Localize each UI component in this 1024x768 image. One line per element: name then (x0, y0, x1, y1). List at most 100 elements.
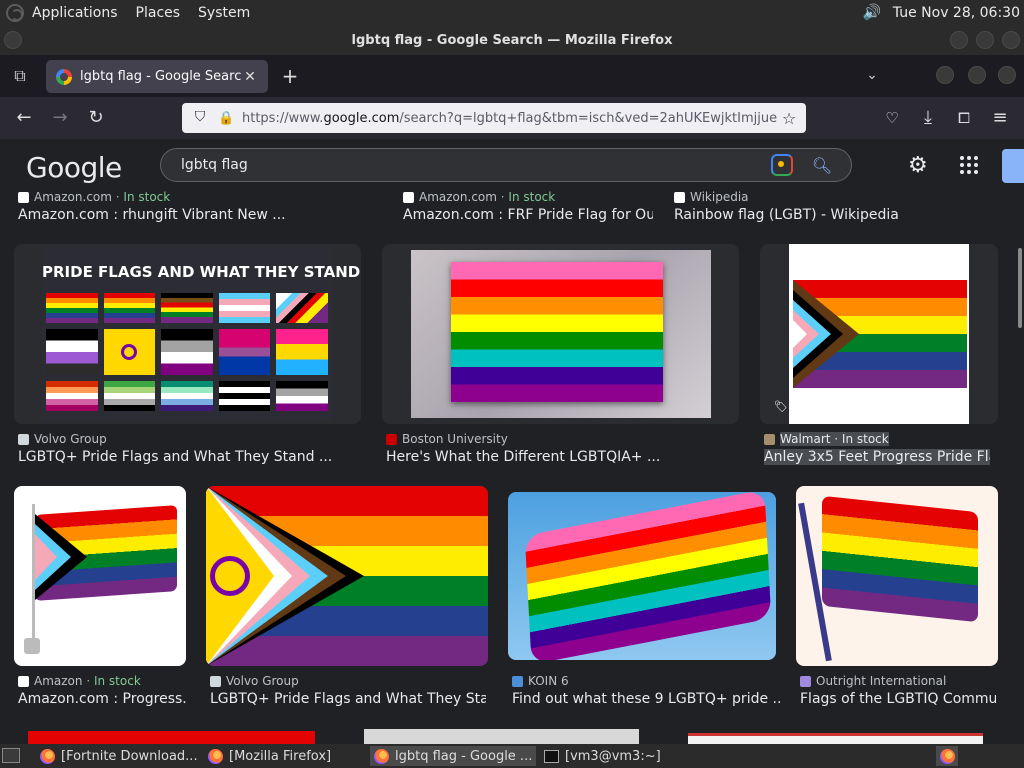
result-thumb-6[interactable]: 🏷 (760, 244, 998, 424)
search-query[interactable]: lgbtq flag (181, 157, 771, 173)
amazon-favicon-icon (403, 191, 414, 203)
window-title: lgbtq flag - Google Search — Mozilla Fir… (351, 32, 673, 48)
google-lens-icon[interactable] (771, 154, 793, 176)
result-source-3[interactable]: Wikipedia (674, 191, 749, 204)
tracking-shield-icon[interactable]: ⛉ (192, 109, 208, 127)
list-all-tabs-chevron-icon[interactable]: ⌄ (862, 67, 882, 87)
url-text[interactable]: https://www.google.com/search?q=lgbtq+fl… (242, 111, 778, 126)
tab-google-search[interactable]: lgbtq flag - Google Search ✕ (46, 60, 268, 93)
new-tab-plus-icon[interactable]: + (278, 65, 302, 89)
extensions-icon[interactable]: ⧠ (950, 104, 978, 132)
lock-icon[interactable]: 🔒 (218, 111, 234, 126)
task-terminal[interactable]: [vm3@vm3:~] (540, 746, 700, 766)
panel-clock[interactable]: Tue Nov 28, 06:30 (893, 5, 1020, 21)
source-name: Amazon (34, 674, 83, 688)
result-thumb-11[interactable] (28, 731, 315, 744)
result-source-6[interactable]: Walmart · In stock (764, 432, 889, 446)
tab-title: lgbtq flag - Google Search (80, 69, 242, 84)
result-caption-10[interactable]: Flags of the LGBTIQ Commu... (800, 691, 996, 707)
rainbow-flag-photo (411, 250, 711, 418)
result-caption-8[interactable]: LGBTQ+ Pride Flags and What They Stan... (210, 691, 486, 707)
source-name: KOIN 6 (528, 674, 569, 688)
page-scrollbar[interactable] (1018, 248, 1022, 328)
volume-icon[interactable]: 🔊 (861, 3, 883, 23)
result-thumb-13[interactable] (688, 733, 983, 744)
show-desktop-icon[interactable] (2, 748, 20, 763)
top-panel: Applications Places System 🔊 Tue Nov 28,… (0, 0, 1024, 25)
result-caption-9[interactable]: Find out what these 9 LGBTQ+ pride ... (512, 691, 782, 707)
back-arrow-icon[interactable]: ← (10, 104, 38, 132)
result-caption-4[interactable]: LGBTQ+ Pride Flags and What They Stand .… (18, 449, 358, 465)
close-window-button[interactable] (1002, 31, 1020, 49)
source-name: Boston University (402, 432, 508, 446)
url-path: /search?q=lgbtq+flag&tbm=isch&ved=2ahUKE… (399, 110, 778, 126)
result-caption-1[interactable]: Amazon.com : rhungift Vibrant New ... (18, 207, 348, 223)
result-source-1[interactable]: Amazon.com · In stock (18, 191, 170, 204)
maximize-button[interactable] (976, 31, 994, 49)
koin-favicon-icon (512, 675, 523, 687)
tabstrip-dot-3 (998, 66, 1016, 84)
window-menu-button[interactable] (4, 31, 22, 49)
result-caption-5[interactable]: Here's What the Different LGBTQIA+ ... (386, 449, 736, 465)
distro-logo-icon[interactable] (6, 3, 24, 22)
thumb-title: PRIDE FLAGS AND WHAT THEY STAND FOR (42, 263, 361, 281)
result-caption-2[interactable]: Amazon.com : FRF Pride Flag for Ou... (403, 207, 653, 223)
tray-firefox-icon[interactable] (936, 746, 958, 766)
shopping-tag-icon: 🏷 (774, 400, 788, 413)
firefox-icon (208, 748, 223, 764)
result-thumb-4[interactable]: PRIDE FLAGS AND WHAT THEY STAND FOR (14, 244, 361, 424)
result-thumb-5[interactable] (382, 244, 739, 424)
result-source-9[interactable]: KOIN 6 (512, 674, 569, 688)
result-source-4[interactable]: Volvo Group (18, 432, 107, 446)
places-menu[interactable]: Places (136, 5, 181, 21)
forward-arrow-icon[interactable]: → (46, 104, 74, 132)
settings-gear-icon[interactable]: ⚙ (908, 153, 928, 178)
source-name: Amazon.com (34, 191, 112, 204)
progress-pride-flag-image (789, 244, 969, 424)
bookmark-star-icon[interactable]: ☆ (778, 109, 800, 128)
result-caption-7[interactable]: Amazon.com : Progress... (18, 691, 186, 707)
taskbar: [Fortnite Download... [Mozilla Firefox] … (0, 744, 1024, 768)
system-menu[interactable]: System (198, 5, 250, 21)
reload-icon[interactable]: ↻ (82, 104, 110, 132)
result-source-10[interactable]: Outright International (800, 674, 946, 688)
google-apps-grid-icon[interactable] (960, 156, 978, 174)
task-google-search[interactable]: lgbtq flag - Google ... (370, 746, 536, 766)
google-logo[interactable]: Google (26, 151, 122, 184)
shopping-tag-icon (24, 638, 40, 654)
minimize-button[interactable] (950, 31, 968, 49)
task-fortnite[interactable]: [Fortnite Download... (36, 746, 200, 766)
result-caption-6[interactable]: Anley 3x5 Feet Progress Pride Fla... (764, 449, 990, 465)
illustrated-rainbow-flag (822, 495, 978, 623)
google-search-box[interactable]: lgbtq flag 🔍︎ (160, 148, 852, 182)
volvo-favicon-icon (210, 675, 221, 687)
result-thumb-12[interactable] (364, 729, 639, 744)
result-thumb-8[interactable] (206, 486, 488, 666)
result-source-5[interactable]: Boston University (386, 432, 508, 446)
navigation-toolbar: ← → ↻ ⛉ 🔒 https://www.google.com/search?… (0, 97, 1024, 139)
result-caption-3[interactable]: Rainbow flag (LGBT) - Wikipedia (674, 207, 994, 223)
search-icon[interactable]: 🔍︎ (811, 156, 833, 175)
result-source-2[interactable]: Amazon.com · In stock (403, 191, 555, 204)
result-source-8[interactable]: Volvo Group (210, 674, 299, 688)
applications-menu[interactable]: Applications (32, 5, 118, 21)
result-thumb-10[interactable] (796, 486, 998, 666)
google-favicon-icon (56, 68, 72, 85)
downloads-icon[interactable]: ⤓ (914, 104, 942, 132)
pocket-icon[interactable]: ♡ (878, 104, 906, 132)
result-source-7[interactable]: Amazon · In stock (18, 674, 141, 688)
tab-strip: ⧉ lgbtq flag - Google Search ✕ + ⌄ (0, 55, 1024, 97)
volvo-favicon-icon (18, 433, 29, 445)
url-bar[interactable]: ⛉ 🔒 https://www.google.com/search?q=lgbt… (182, 103, 806, 133)
sign-in-button[interactable] (1002, 149, 1024, 183)
boston-university-favicon-icon (386, 433, 397, 445)
pride-flags-chart-image: PRIDE FLAGS AND WHAT THEY STAND FOR (42, 247, 361, 421)
result-thumb-9[interactable] (508, 492, 776, 660)
source-name: Wikipedia (690, 191, 749, 204)
hamburger-menu-icon[interactable]: ≡ (986, 104, 1014, 132)
firefox-view-icon[interactable]: ⧉ (0, 55, 40, 97)
tab-close-icon[interactable]: ✕ (242, 69, 258, 85)
result-thumb-7[interactable] (14, 486, 186, 666)
task-mozilla-firefox[interactable]: [Mozilla Firefox] (204, 746, 366, 766)
amazon-favicon-icon (18, 191, 29, 203)
